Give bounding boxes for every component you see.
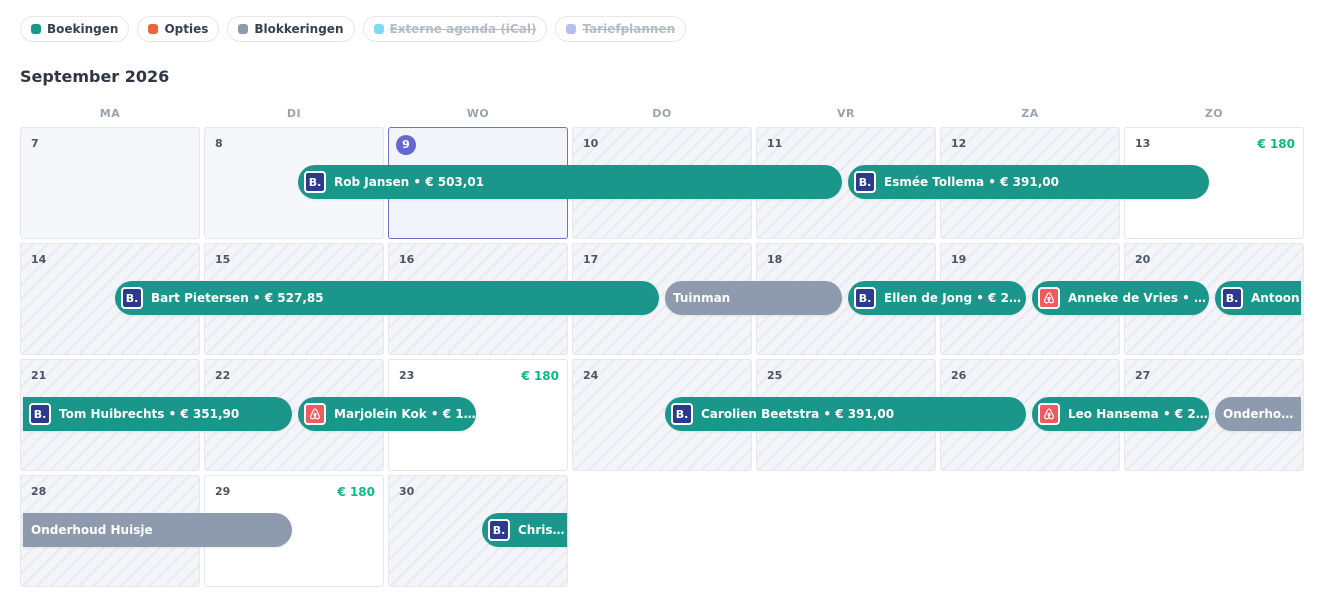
filter-chip-externe-agenda[interactable]: Externe agenda (iCal) — [362, 16, 548, 42]
day-number: 24 — [583, 369, 599, 382]
month-title: September 2026 — [20, 67, 170, 86]
day-number: 12 — [951, 137, 967, 150]
booking-com-icon: B. — [854, 287, 876, 309]
booking-bar[interactable]: Anneke de Vries • € 227,00 — [1032, 281, 1209, 315]
weekday-label: DO — [652, 107, 672, 120]
booking-bar[interactable]: B. Rob Jansen • € 503,01 — [298, 165, 842, 199]
booking-label: Leo Hansema • € 205,00 — [1068, 407, 1209, 421]
booking-com-icon: B. — [488, 519, 510, 541]
booking-bar[interactable]: B. Carolien Beetstra • € 391,00 — [665, 397, 1026, 431]
day-number: 28 — [31, 485, 47, 498]
airbnb-icon — [1038, 403, 1060, 425]
day-number: 10 — [583, 137, 599, 150]
booking-label: Carolien Beetstra • € 391,00 — [701, 407, 895, 421]
filter-chip-label: Blokkeringen — [254, 22, 344, 36]
blocking-bar[interactable]: Tuinman — [665, 281, 842, 315]
booking-label: Antoon — [1251, 291, 1300, 305]
day-number: 18 — [767, 253, 783, 266]
booking-com-icon: B. — [29, 403, 51, 425]
booking-com-icon: B. — [671, 403, 693, 425]
blocking-label: Tuinman — [673, 291, 731, 305]
day-number: 20 — [1135, 253, 1151, 266]
day-cell[interactable]: 7 — [20, 127, 200, 239]
booking-bar[interactable]: B. Esmée Tollema • € 391,00 — [848, 165, 1209, 199]
filter-chip-label: Boekingen — [47, 22, 119, 36]
blocking-bar[interactable]: Onderhoud Huisje — [23, 513, 292, 547]
day-number: 23 — [399, 369, 415, 382]
booking-bar[interactable]: Marjolein Kok • € 151,00 — [298, 397, 476, 431]
day-number: 29 — [215, 485, 231, 498]
booking-com-icon: B. — [854, 171, 876, 193]
booking-com-icon: B. — [304, 171, 326, 193]
weekday-label: ZA — [1021, 107, 1039, 120]
externe-agenda-color-dot — [373, 24, 384, 34]
booking-com-icon: B. — [121, 287, 143, 309]
day-number: 27 — [1135, 369, 1151, 382]
blocking-bar[interactable]: Onderhoud Huisje — [1215, 397, 1301, 431]
booking-label: Anneke de Vries • € 227,00 — [1068, 291, 1209, 305]
booking-label: Rob Jansen • € 503,01 — [334, 175, 485, 189]
day-number: 13 — [1135, 137, 1151, 150]
filter-chip-label: Tariefplannen — [582, 22, 676, 36]
airbnb-icon — [304, 403, 326, 425]
opties-color-dot — [148, 24, 159, 34]
booking-label: Tom Huibrechts • € 351,90 — [59, 407, 240, 421]
day-price: € 180 — [337, 485, 375, 499]
booking-bar[interactable]: B. Ellen de Jong • € 227,00 — [848, 281, 1026, 315]
day-number: 11 — [767, 137, 783, 150]
airbnb-icon — [1038, 287, 1060, 309]
tariefplannen-color-dot — [566, 24, 577, 34]
filter-chip-label: Externe agenda (iCal) — [389, 22, 537, 36]
day-number: 17 — [583, 253, 599, 266]
booking-bar[interactable]: B. Christiaan — [482, 513, 567, 547]
day-price: € 180 — [1257, 137, 1295, 151]
day-number: 14 — [31, 253, 47, 266]
booking-label: Esmée Tollema • € 391,00 — [884, 175, 1059, 189]
day-price: € 180 — [521, 369, 559, 383]
filter-chip-tariefplannen[interactable]: Tariefplannen — [555, 16, 687, 42]
booking-bar[interactable]: Leo Hansema • € 205,00 — [1032, 397, 1209, 431]
legend-filters: Boekingen Opties Blokkeringen Externe ag… — [20, 16, 687, 42]
booking-bar[interactable]: B. Tom Huibrechts • € 351,90 — [23, 397, 292, 431]
weekday-label: DI — [286, 107, 302, 120]
day-number: 22 — [215, 369, 231, 382]
booking-bar[interactable]: B. Antoon — [1215, 281, 1301, 315]
day-number: 7 — [31, 137, 39, 150]
filter-chip-boekingen[interactable]: Boekingen — [20, 16, 130, 42]
booking-label: Bart Pietersen • € 527,85 — [151, 291, 324, 305]
day-number: 21 — [31, 369, 47, 382]
booking-bar[interactable]: B. Bart Pietersen • € 527,85 — [115, 281, 659, 315]
day-number: 19 — [951, 253, 967, 266]
weekday-label: VR — [837, 107, 855, 120]
day-number: 8 — [215, 137, 223, 150]
today-day-number: 9 — [396, 135, 416, 155]
weekday-label: ZO — [1204, 107, 1224, 120]
day-number: 30 — [399, 485, 415, 498]
day-number: 26 — [951, 369, 967, 382]
day-number: 25 — [767, 369, 783, 382]
filter-chip-label: Opties — [164, 22, 209, 36]
filter-chip-opties[interactable]: Opties — [137, 16, 220, 42]
blokkeringen-color-dot — [238, 24, 249, 34]
filter-chip-blokkeringen[interactable]: Blokkeringen — [227, 16, 355, 42]
booking-label: Christiaan — [518, 523, 567, 537]
weekday-label: WO — [466, 107, 490, 120]
blocking-label: Onderhoud Huisje — [31, 523, 153, 537]
boekingen-color-dot — [31, 24, 41, 34]
day-number: 15 — [215, 253, 231, 266]
day-number: 16 — [399, 253, 415, 266]
weekday-label: MA — [99, 107, 121, 120]
blocking-label: Onderhoud Huisje — [1223, 407, 1301, 421]
booking-label: Ellen de Jong • € 227,00 — [884, 291, 1026, 305]
booking-label: Marjolein Kok • € 151,00 — [334, 407, 476, 421]
booking-com-icon: B. — [1221, 287, 1243, 309]
